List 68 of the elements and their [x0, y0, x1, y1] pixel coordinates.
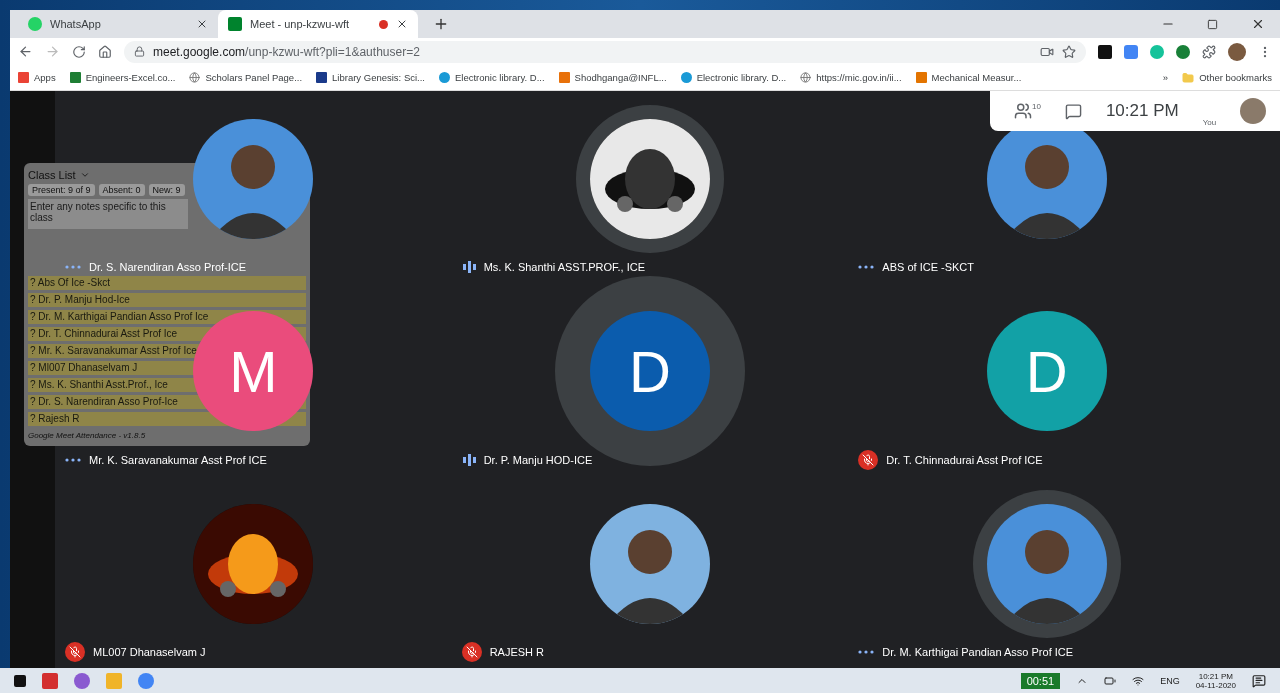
browser-tab[interactable]: Meet - unp-kzwu-wft — [218, 10, 418, 38]
bookmark[interactable]: https://mic.gov.in/ii... — [800, 72, 902, 83]
bookmark-favicon-icon — [915, 72, 927, 83]
chat-icon[interactable] — [1064, 102, 1082, 120]
panel-title[interactable]: Class List — [28, 169, 76, 181]
language-indicator[interactable]: ENG — [1160, 675, 1180, 686]
bookmark[interactable]: Electronic library. D... — [439, 72, 545, 83]
bookmark-favicon-icon — [316, 72, 328, 83]
globe-icon — [800, 72, 812, 83]
start-icon[interactable] — [14, 674, 26, 687]
participant-name: Dr. P. Manju HOD-ICE — [483, 453, 593, 466]
clock[interactable]: 10:21 PM 04-11-2020 — [1195, 671, 1236, 690]
caret-icon[interactable] — [79, 170, 90, 180]
bookmark-label: Apps — [34, 72, 56, 83]
notification-icon[interactable] — [1252, 673, 1266, 688]
participant-name: ML007 Dhanaselvam J — [93, 646, 206, 658]
bookmark-label: Electronic library. D... — [455, 72, 545, 83]
back-icon[interactable] — [18, 44, 33, 59]
folder-icon — [1182, 71, 1195, 84]
pdf-app-icon[interactable] — [42, 672, 58, 689]
letter-avatar: D — [986, 311, 1107, 432]
browser-tab[interactable]: WhatsApp — [18, 10, 218, 38]
bookmark-favicon-icon — [439, 72, 450, 83]
notes-field[interactable]: Enter any notes specific to this class — [28, 199, 188, 229]
globe-icon — [189, 72, 201, 83]
people-icon — [1014, 102, 1032, 120]
bookmark-favicon-icon — [18, 72, 29, 83]
browser-app-icon[interactable] — [138, 672, 154, 689]
attendance-chip: Present: 9 of 9 — [28, 184, 95, 196]
close-icon[interactable] — [196, 18, 208, 30]
tab-favicon-icon — [228, 17, 242, 31]
participant-name: Ms. K. Shanthi ASST.PROF., ICE — [483, 261, 646, 274]
close-icon[interactable] — [396, 18, 408, 30]
bookmark-star-icon[interactable] — [1062, 44, 1076, 59]
address-bar[interactable]: meet.google.com/unp-kzwu-wft?pli=1&authuser=2 — [124, 40, 1086, 63]
participants-button[interactable]: 10 — [1014, 102, 1041, 120]
bookmark-label: https://mic.gov.in/ii... — [816, 72, 902, 83]
profile-avatar[interactable] — [1228, 42, 1246, 61]
lock-icon — [134, 46, 145, 57]
maximize-icon[interactable] — [1207, 18, 1218, 30]
attendance-chip: Absent: 0 — [98, 184, 145, 196]
participant-name: Dr. M. Karthigai Pandian Asso Prof ICE — [882, 646, 1074, 658]
attendee-row: ? Abs Of Ice -Skct — [28, 276, 306, 290]
participant-name: Dr. T. Chinnadurai Asst Prof ICE — [886, 453, 1043, 466]
extensions-icon[interactable] — [1202, 44, 1216, 59]
meeting-time: 10:21 PM — [1105, 101, 1179, 121]
battery-icon[interactable] — [1104, 674, 1117, 687]
more-bookmarks-button[interactable]: » — [1162, 72, 1169, 83]
timer: 00:51 — [1020, 672, 1061, 689]
bookmark-folder[interactable]: Other bookmarks — [1182, 71, 1272, 84]
panel-footer: Google Meet Attendance - v1.8.5 — [28, 431, 146, 440]
bookmark[interactable]: Apps — [18, 72, 56, 83]
participant-name: RAJESH R — [489, 646, 545, 658]
participant-name: Dr. S. Narendiran Asso Prof-ICE — [89, 261, 247, 274]
wifi-icon[interactable] — [1132, 674, 1145, 687]
self-avatar — [1240, 98, 1267, 124]
app-icon[interactable] — [74, 672, 90, 689]
tab-favicon-icon — [28, 17, 42, 31]
bookmark-favicon-icon — [680, 72, 692, 83]
attendee-row: ? Dr. P. Manju Hod-Ice — [28, 293, 306, 307]
self-label: You — [1202, 118, 1217, 127]
participant-name: Mr. K. Saravanakumar Asst Prof ICE — [89, 453, 267, 466]
participant-name: ABS of ICE -SKCT — [882, 261, 975, 274]
home-icon[interactable] — [98, 44, 112, 59]
bookmark-favicon-icon — [69, 72, 81, 83]
attendance-chip: New: 9 — [148, 184, 185, 196]
reload-icon[interactable] — [72, 44, 86, 59]
bookmark-favicon-icon — [558, 72, 570, 83]
